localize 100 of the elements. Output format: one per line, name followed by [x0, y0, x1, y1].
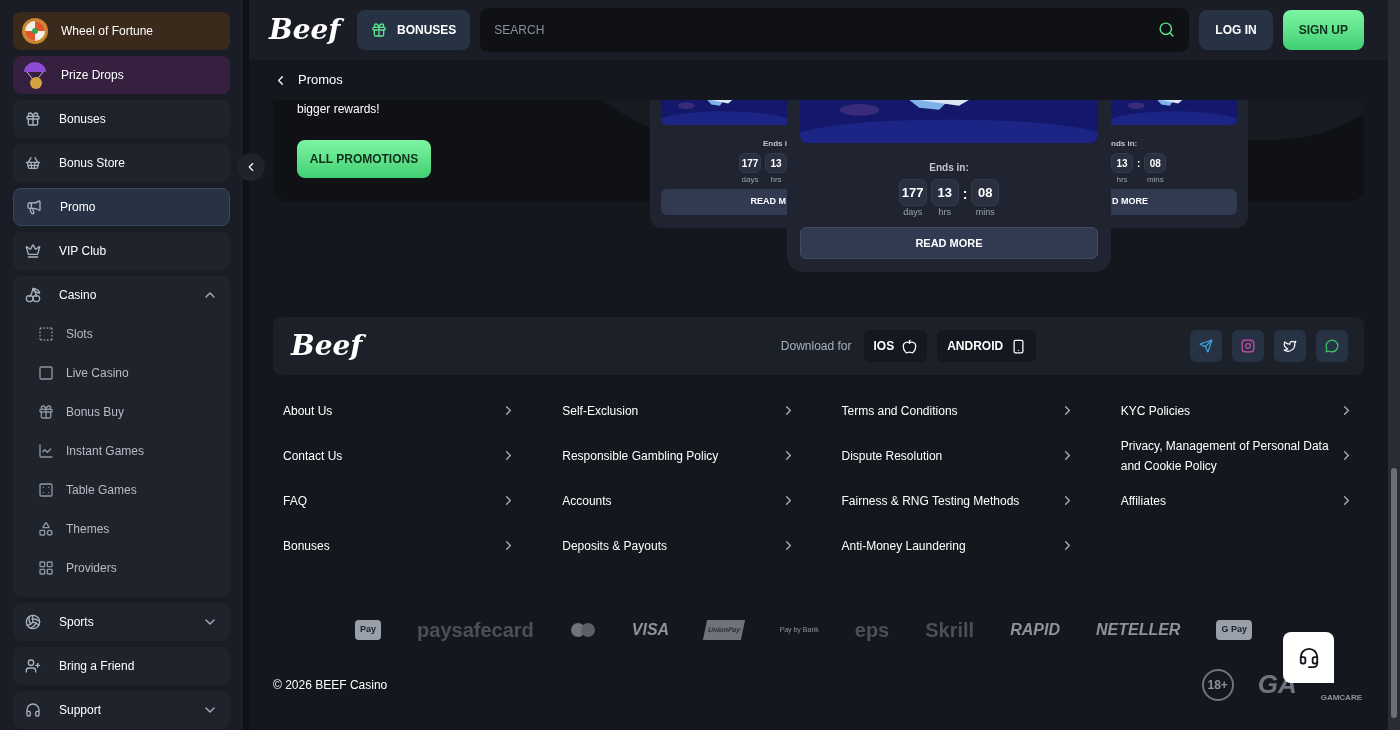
timer-value: 177	[898, 179, 927, 206]
crown-icon	[25, 243, 41, 259]
footer-link[interactable]: Accounts	[562, 478, 796, 523]
timer-value: 08	[1144, 153, 1167, 173]
footer-link[interactable]: Deposits & Payouts	[562, 523, 796, 568]
megaphone-icon	[26, 199, 42, 215]
timer-value: 13	[930, 179, 959, 206]
sidebar-subitem[interactable]: Slots	[13, 314, 230, 353]
footer-link[interactable]: Self-Exclusion	[562, 388, 796, 433]
wheel-icon	[21, 17, 49, 45]
sidebar-item[interactable]: Promo	[13, 188, 230, 226]
phone-icon	[1011, 338, 1027, 354]
payment-logo: VISA	[631, 620, 670, 640]
timer-separator: :	[1137, 157, 1141, 171]
social-button[interactable]	[1190, 330, 1222, 362]
timer-unit: hrs	[938, 208, 951, 217]
footer-link[interactable]: FAQ	[283, 478, 517, 523]
sidebar-subitem[interactable]: Bonus Buy	[13, 392, 230, 431]
payment-logo: paysafecard	[417, 618, 534, 643]
sidebar-group-header[interactable]: Support	[13, 691, 230, 729]
gift-icon	[25, 111, 41, 127]
all-promotions-button[interactable]: ALL PROMOTIONS	[297, 140, 431, 178]
banner-text: bigger rewards!	[297, 101, 380, 118]
sidebar-item[interactable]: Bring a Friend	[13, 647, 230, 685]
ball-icon	[25, 614, 41, 630]
sidebar-subitem[interactable]: Live Casino	[13, 353, 230, 392]
chart-icon	[38, 442, 54, 459]
footer-link[interactable]: Bonuses	[283, 523, 517, 568]
gift-icon	[371, 22, 387, 38]
basket-icon	[25, 155, 41, 171]
age-limit-mark: 18+	[1201, 668, 1234, 701]
footer-link[interactable]: Affiliates	[1120, 478, 1354, 523]
timer-unit: mins	[975, 208, 995, 217]
timer-value: 177	[739, 153, 761, 173]
bonuses-button[interactable]: BONUSES	[357, 10, 471, 50]
payment-logo: NETELLER	[1095, 620, 1181, 640]
footer-link[interactable]: Terms and Conditions	[841, 388, 1075, 433]
copyright: © 2026 BEEF Casino	[273, 676, 388, 694]
search-field[interactable]: SEARCH	[480, 8, 1190, 52]
whatsapp-icon	[1325, 339, 1339, 353]
sidebar-item[interactable]: VIP Club	[13, 232, 230, 270]
read-more-button[interactable]: READ MORE	[800, 227, 1098, 259]
sidebar-group-header[interactable]: Sports	[13, 603, 230, 641]
timer-value: 13	[765, 153, 787, 173]
read-more-button[interactable]: READ M	[661, 189, 787, 215]
read-more-button[interactable]: D MORE	[1111, 189, 1237, 215]
sidebar-subitem[interactable]: Themes	[13, 509, 230, 548]
login-button[interactable]: LOG IN	[1199, 10, 1273, 50]
footer-link[interactable]: Dispute Resolution	[841, 433, 1075, 478]
app-download-button[interactable]: ANDROID	[937, 330, 1037, 362]
ends-label: nds in:	[1111, 138, 1138, 150]
timer-unit: mins	[1146, 175, 1164, 184]
signup-button[interactable]: SIGN UP	[1282, 10, 1364, 50]
payment-logo: G Pay	[1216, 620, 1252, 640]
sidebar-item[interactable]: Prize Drops	[13, 56, 230, 94]
timer-value: 08	[971, 179, 1000, 206]
parachute-icon	[21, 60, 49, 90]
cherry-icon	[25, 287, 41, 303]
logo[interactable]: Beef	[267, 10, 347, 50]
footer-link[interactable]: Anti-Money Laundering	[841, 523, 1075, 568]
telegram-icon	[1199, 339, 1213, 353]
app-download-button[interactable]: IOS	[863, 330, 928, 362]
gift-icon	[38, 403, 54, 420]
timer-unit: days	[903, 208, 923, 217]
sidebar-subitem[interactable]: Providers	[13, 548, 230, 587]
payment-logo: Pay	[355, 620, 382, 640]
footer-link[interactable]: Fairness & RNG Testing Methods	[841, 478, 1075, 523]
timer-separator: :	[962, 185, 968, 204]
timer-unit: days	[741, 175, 759, 184]
sidebar-item[interactable]: Wheel of Fortune	[13, 12, 230, 50]
ends-label: Ends i	[763, 138, 787, 150]
payment-logo: RAPID	[1010, 620, 1060, 640]
timer-value: 13	[1111, 153, 1133, 173]
ends-label: Ends in:	[929, 161, 969, 175]
social-button[interactable]	[1274, 330, 1306, 362]
social-button[interactable]	[1316, 330, 1348, 362]
search-icon[interactable]	[1158, 21, 1176, 38]
instagram-icon	[1241, 339, 1255, 353]
download-label: Download for	[780, 338, 852, 355]
footer-link[interactable]: Privacy, Management of Personal Data and Cookie Policy	[1120, 433, 1354, 478]
sidebar-subitem[interactable]: Instant Games	[13, 431, 230, 470]
footer-link[interactable]: Contact Us	[283, 433, 517, 478]
footer-logo[interactable]: Beef	[289, 326, 389, 366]
sidebar-item[interactable]: Bonuses	[13, 100, 230, 138]
sidebar-item[interactable]: Bonus Store	[13, 144, 230, 182]
payment-logo: Skrill	[925, 618, 975, 643]
scrollbar-thumb[interactable]	[1391, 468, 1397, 718]
footer-link[interactable]: About Us	[283, 388, 517, 433]
square-icon	[38, 364, 54, 381]
footer-link[interactable]: Responsible Gambling Policy	[562, 433, 796, 478]
sidebar-group-header[interactable]: Casino	[13, 276, 230, 314]
timer-unit: hrs	[770, 175, 782, 184]
gamcare-label: GAMCARE	[1320, 692, 1362, 704]
user-plus-icon	[25, 658, 41, 674]
headset-icon	[25, 702, 41, 718]
card-icon	[38, 325, 54, 342]
apple-icon	[902, 338, 918, 354]
collapse-button[interactable]	[237, 153, 265, 181]
footer-link[interactable]: KYC Policies	[1120, 388, 1354, 433]
sidebar-subitem[interactable]: Table Games	[13, 470, 230, 509]
